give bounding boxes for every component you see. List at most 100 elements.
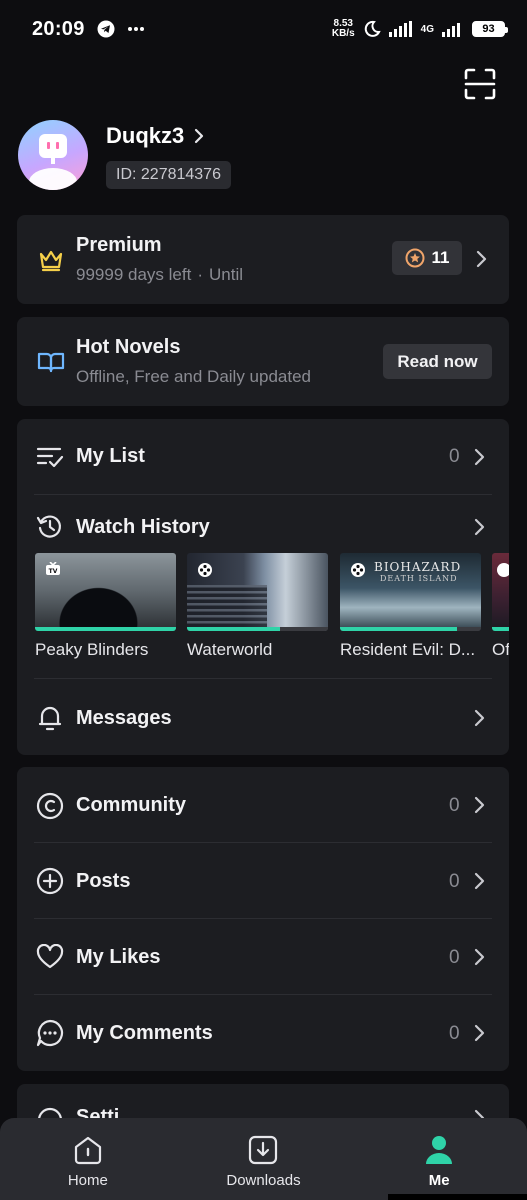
nav-me[interactable]: Me xyxy=(364,1118,514,1189)
username[interactable]: Duqkz3 xyxy=(106,121,231,151)
library-card: My List 0 Watch History TV Peaky Blinder… xyxy=(17,419,509,755)
status-time: 20:09 xyxy=(32,17,85,40)
novels-title: Hot Novels xyxy=(76,336,181,358)
my-comments-row[interactable]: My Comments 0 xyxy=(17,995,509,1071)
nav-downloads[interactable]: Downloads xyxy=(188,1118,338,1189)
progress-fill xyxy=(35,627,176,631)
profile-header[interactable]: Duqkz3 ID: 227814376 xyxy=(18,120,231,190)
history-thumbnail[interactable] xyxy=(492,553,509,631)
moon-icon xyxy=(364,20,381,37)
history-thumbnail[interactable]: BIOHAZARD DEATH ISLAND xyxy=(340,553,481,631)
chevron-right-icon xyxy=(474,948,485,966)
read-now-button[interactable]: Read now xyxy=(383,344,492,379)
progress-track xyxy=(492,627,509,631)
premium-title: Premium xyxy=(76,234,162,256)
posts-row[interactable]: Posts 0 xyxy=(17,843,509,919)
download-icon xyxy=(249,1135,278,1165)
svg-text:TV: TV xyxy=(49,568,58,575)
person-icon xyxy=(426,1136,453,1164)
chevron-right-icon xyxy=(474,796,485,814)
poster-subtitle: DEATH ISLAND xyxy=(380,574,458,583)
history-item[interactable]: TV Peaky Blinders xyxy=(35,553,176,660)
messages-row[interactable]: Messages xyxy=(17,679,509,755)
chevron-right-icon xyxy=(474,448,485,466)
status-bar: 20:09 8.53 KB/s 4G 93 xyxy=(0,0,527,58)
chevron-right-icon xyxy=(474,709,485,727)
nav-home[interactable]: Home xyxy=(13,1118,163,1189)
chevron-right-icon xyxy=(474,872,485,890)
home-icon xyxy=(74,1136,101,1165)
battery-indicator: 93 xyxy=(472,21,508,37)
user-id-badge: ID: 227814376 xyxy=(106,161,231,189)
history-item[interactable]: BIOHAZARD DEATH ISLAND Resident Evil: D.… xyxy=(340,553,481,660)
chevron-right-icon xyxy=(474,1024,485,1042)
nav-home-label: Home xyxy=(67,1172,108,1189)
star-coin-icon xyxy=(405,248,424,268)
scan-icon[interactable] xyxy=(462,66,498,102)
my-list-count: 0 xyxy=(449,446,460,467)
film-reel-icon xyxy=(198,563,212,577)
progress-track xyxy=(187,627,328,631)
history-thumbnail[interactable] xyxy=(187,553,328,631)
history-title: Waterworld xyxy=(187,640,273,659)
watch-history-row[interactable]: Watch History xyxy=(17,495,509,553)
coins-badge[interactable]: 11 xyxy=(392,241,462,275)
history-item[interactable]: Of xyxy=(492,553,509,660)
my-likes-row[interactable]: My Likes 0 xyxy=(17,919,509,995)
plus-circle-icon xyxy=(36,867,64,895)
heart-icon xyxy=(36,944,64,969)
history-thumbnail[interactable]: TV xyxy=(35,553,176,631)
watch-history-label: Watch History xyxy=(76,516,210,538)
community-row[interactable]: Community 0 xyxy=(17,767,509,843)
nav-downloads-label: Downloads xyxy=(226,1172,301,1189)
community-card: Community 0 Posts 0 My Likes 0 My Commen… xyxy=(17,767,509,1071)
book-icon xyxy=(37,352,65,373)
history-title: Resident Evil: D... xyxy=(340,640,476,659)
novels-subtitle: Offline, Free and Daily updated xyxy=(76,367,311,386)
bell-icon xyxy=(38,706,62,731)
history-icon xyxy=(36,515,61,538)
history-title: Of xyxy=(492,640,509,659)
my-list-label: My List xyxy=(76,445,145,467)
hot-novels-card[interactable]: Hot Novels Offline, Free and Daily updat… xyxy=(17,317,509,406)
poster-title: BIOHAZARD xyxy=(374,560,462,574)
film-reel-icon xyxy=(497,563,509,577)
chevron-right-icon xyxy=(195,128,204,144)
community-count: 0 xyxy=(449,795,460,816)
avatar[interactable] xyxy=(18,120,88,190)
network-type: 4G xyxy=(420,23,434,35)
signal-icon xyxy=(388,21,412,37)
coins-count: 11 xyxy=(431,248,450,267)
username-text: Duqkz3 xyxy=(106,123,185,148)
premium-card[interactable]: Premium 99999 days left · Until 11 xyxy=(17,215,509,304)
nav-me-label: Me xyxy=(428,1172,450,1189)
progress-fill xyxy=(492,627,509,631)
history-title: Peaky Blinders xyxy=(35,640,149,659)
my-likes-label: My Likes xyxy=(76,946,161,968)
progress-track xyxy=(340,627,481,631)
bottom-navigation: Home Downloads Me xyxy=(0,1118,527,1200)
posts-label: Posts xyxy=(76,870,131,892)
film-reel-icon xyxy=(351,563,365,577)
checklist-icon xyxy=(36,447,64,468)
tv-icon: TV xyxy=(46,562,60,575)
more-notifications-icon xyxy=(127,27,144,31)
premium-subtitle: 99999 days left · Until xyxy=(76,265,243,284)
comment-icon xyxy=(36,1019,64,1047)
network-speed: 8.53 KB/s xyxy=(331,18,355,39)
progress-track xyxy=(35,627,176,631)
telegram-icon xyxy=(97,20,115,38)
chevron-right-icon xyxy=(476,250,487,268)
my-list-row[interactable]: My List 0 xyxy=(17,419,509,495)
progress-fill xyxy=(187,627,281,631)
history-item[interactable]: Waterworld xyxy=(187,553,328,660)
signal-icon-2 xyxy=(442,23,460,37)
crown-icon xyxy=(39,250,63,272)
community-icon xyxy=(36,792,64,820)
home-indicator xyxy=(388,1194,527,1200)
robot-avatar-icon xyxy=(29,134,77,190)
community-label: Community xyxy=(76,794,186,816)
my-comments-count: 0 xyxy=(449,1023,460,1044)
watch-history-carousel[interactable]: TV Peaky Blinders Waterworld BIOHAZARD D… xyxy=(35,553,509,663)
posts-count: 0 xyxy=(449,871,460,892)
